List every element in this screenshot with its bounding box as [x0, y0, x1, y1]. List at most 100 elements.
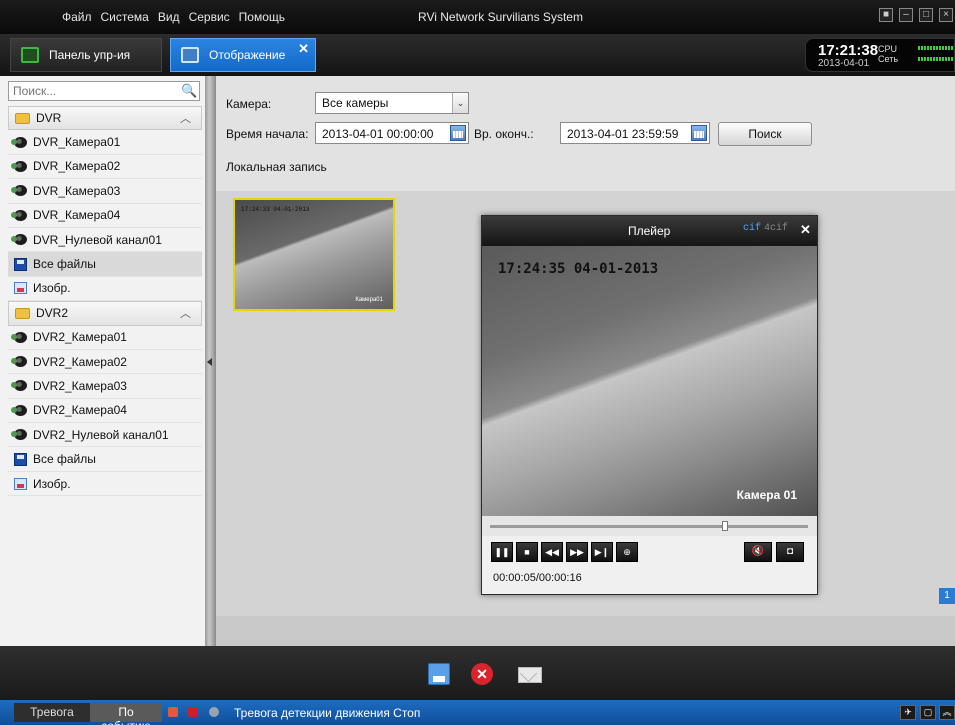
- folder-icon: [15, 307, 30, 319]
- tree-group-dvr2[interactable]: DVR2 ︿: [8, 301, 202, 326]
- playback-time: 00:00:05/00:00:16: [493, 572, 582, 584]
- close-button[interactable]: ×: [939, 8, 953, 22]
- title-bar: Файл Система Вид Сервис Помощь RVi Netwo…: [0, 0, 955, 34]
- step-frame-icon[interactable]: ▶❙: [591, 542, 613, 562]
- pause-icon[interactable]: ❚❚: [491, 542, 513, 562]
- alarm-sound-icon[interactable]: [188, 707, 198, 717]
- rewind-icon[interactable]: ◀◀: [541, 542, 563, 562]
- motion-icon: [209, 707, 219, 717]
- image-icon: [14, 477, 27, 490]
- tree-item-all-files[interactable]: Все файлы: [8, 252, 202, 277]
- playback-controls: ❚❚ ■ ◀◀ ▶▶ ▶❙ ⊕: [491, 542, 638, 562]
- tree-item-label: DVR2_Камера01: [33, 330, 127, 345]
- camera-icon: [11, 209, 27, 221]
- tree-item-camera[interactable]: DVR_Камера01: [8, 130, 202, 155]
- alarm-tab[interactable]: Тревога: [14, 703, 90, 722]
- device-tree: DVR ︿ DVR_Камера01 DVR_Камера02 DVR_Каме…: [8, 106, 202, 497]
- lock-icon[interactable]: ■: [879, 8, 893, 22]
- tab-close-icon[interactable]: ✕: [298, 41, 309, 57]
- pin-icon[interactable]: ✈: [900, 705, 916, 720]
- video-view[interactable]: 17:24:35 04-01-2013 Камера 01: [482, 246, 817, 516]
- sidebar-splitter[interactable]: [205, 76, 216, 646]
- search-icon[interactable]: 🔍: [181, 83, 197, 99]
- cpu-meter: [918, 46, 954, 50]
- start-time-label: Время начала:: [226, 127, 309, 141]
- player-title: Плейер: [628, 224, 671, 238]
- tree-item-images[interactable]: Изобр.: [8, 277, 202, 302]
- menu-bar: Файл Система Вид Сервис Помощь: [62, 10, 285, 24]
- minimize-button[interactable]: –: [899, 8, 913, 22]
- start-time-field[interactable]: 2013-04-01 00:00:00: [315, 122, 469, 144]
- chevron-up-icon[interactable]: ︿: [180, 305, 191, 321]
- fast-forward-icon[interactable]: ▶▶: [566, 542, 588, 562]
- menu-help[interactable]: Помощь: [239, 10, 285, 24]
- tree-item-label: DVR2_Камера04: [33, 403, 127, 418]
- tree-item-camera[interactable]: DVR2_Камера04: [8, 399, 202, 424]
- tree-item-label: DVR_Нулевой канал01: [33, 232, 162, 247]
- chevron-up-icon[interactable]: ︿: [180, 110, 191, 126]
- resolution-cif-button[interactable]: cif: [743, 223, 761, 234]
- close-icon[interactable]: ✕: [800, 222, 811, 238]
- stop-icon[interactable]: ■: [516, 542, 538, 562]
- thumbnail-osd: 17:24:33 04-01-2013: [241, 206, 310, 213]
- alarm-record-icon[interactable]: [168, 707, 178, 717]
- chevron-down-icon[interactable]: ⌄: [452, 93, 468, 113]
- thumbnail-camera: Камера01: [355, 297, 383, 303]
- menu-service[interactable]: Сервис: [189, 10, 230, 24]
- tree-item-all-files[interactable]: Все файлы: [8, 447, 202, 472]
- tree-group-dvr[interactable]: DVR ︿: [8, 106, 202, 131]
- recording-thumbnail[interactable]: 17:24:33 04-01-2013 Камера01: [233, 198, 395, 311]
- menu-file[interactable]: Файл: [62, 10, 92, 24]
- seek-track[interactable]: [490, 525, 808, 528]
- camera-icon: [11, 331, 27, 343]
- section-title: Локальная запись: [226, 160, 327, 174]
- tree-item-camera[interactable]: DVR2_Нулевой канал01: [8, 423, 202, 448]
- zoom-icon[interactable]: ⊕: [616, 542, 638, 562]
- save-icon[interactable]: [428, 663, 450, 685]
- tree-item-label: DVR_Камера04: [33, 208, 121, 223]
- mail-icon[interactable]: [518, 667, 542, 683]
- mute-icon[interactable]: 🔇: [744, 542, 772, 562]
- collapse-up-icon[interactable]: ︽: [939, 705, 955, 720]
- calendar-icon[interactable]: [691, 125, 707, 141]
- tree-item-label: DVR2_Нулевой канал01: [33, 427, 169, 442]
- video-osd: 17:24:35 04-01-2013: [498, 261, 659, 277]
- page-button[interactable]: 1: [939, 588, 955, 604]
- tab-display[interactable]: Отображение ✕: [170, 38, 316, 72]
- tree-item-label: Все файлы: [33, 257, 96, 272]
- calendar-icon[interactable]: [450, 125, 466, 141]
- delete-icon[interactable]: ✕: [471, 663, 493, 685]
- tree-item-images[interactable]: Изобр.: [8, 472, 202, 497]
- tree-item-camera[interactable]: DVR2_Камера02: [8, 350, 202, 375]
- event-tab[interactable]: По событию: [90, 703, 162, 725]
- seek-bar[interactable]: [482, 516, 817, 536]
- snapshot-icon[interactable]: ◘: [776, 542, 804, 562]
- camera-icon: [11, 185, 27, 197]
- clock-date: 2013-04-01: [818, 58, 870, 69]
- panel-icon[interactable]: ▢: [920, 705, 936, 720]
- tree-item-camera[interactable]: DVR_Нулевой канал01: [8, 228, 202, 253]
- image-icon: [14, 282, 27, 295]
- results-footer: [216, 616, 955, 646]
- search-input[interactable]: [9, 82, 179, 100]
- tree-item-camera[interactable]: DVR_Камера03: [8, 179, 202, 204]
- camera-select[interactable]: Все камеры ⌄: [315, 92, 469, 114]
- tree-item-label: Изобр.: [33, 281, 71, 296]
- search-filter: Камера: Все камеры ⌄ Время начала: 2013-…: [216, 76, 955, 191]
- maximize-button[interactable]: □: [919, 8, 933, 22]
- tab-control-panel[interactable]: Панель упр-ия: [10, 38, 162, 72]
- tree-item-camera[interactable]: DVR2_Камера01: [8, 326, 202, 350]
- search-button[interactable]: Поиск: [718, 122, 812, 146]
- menu-view[interactable]: Вид: [158, 10, 180, 24]
- end-time-field[interactable]: 2013-04-01 23:59:59: [560, 122, 710, 144]
- menu-system[interactable]: Система: [101, 10, 149, 24]
- collapse-arrow-icon[interactable]: [207, 358, 212, 366]
- seek-knob[interactable]: [722, 521, 729, 531]
- tree-item-label: Все файлы: [33, 452, 96, 467]
- tab-label: Панель упр-ия: [49, 48, 131, 62]
- tree-item-camera[interactable]: DVR_Камера04: [8, 204, 202, 228]
- tree-item-camera[interactable]: DVR_Камера02: [8, 155, 202, 180]
- resolution-4cif-button[interactable]: 4cif: [764, 223, 788, 234]
- camera-select-value: Все камеры: [322, 96, 389, 110]
- tree-item-camera[interactable]: DVR2_Камера03: [8, 374, 202, 399]
